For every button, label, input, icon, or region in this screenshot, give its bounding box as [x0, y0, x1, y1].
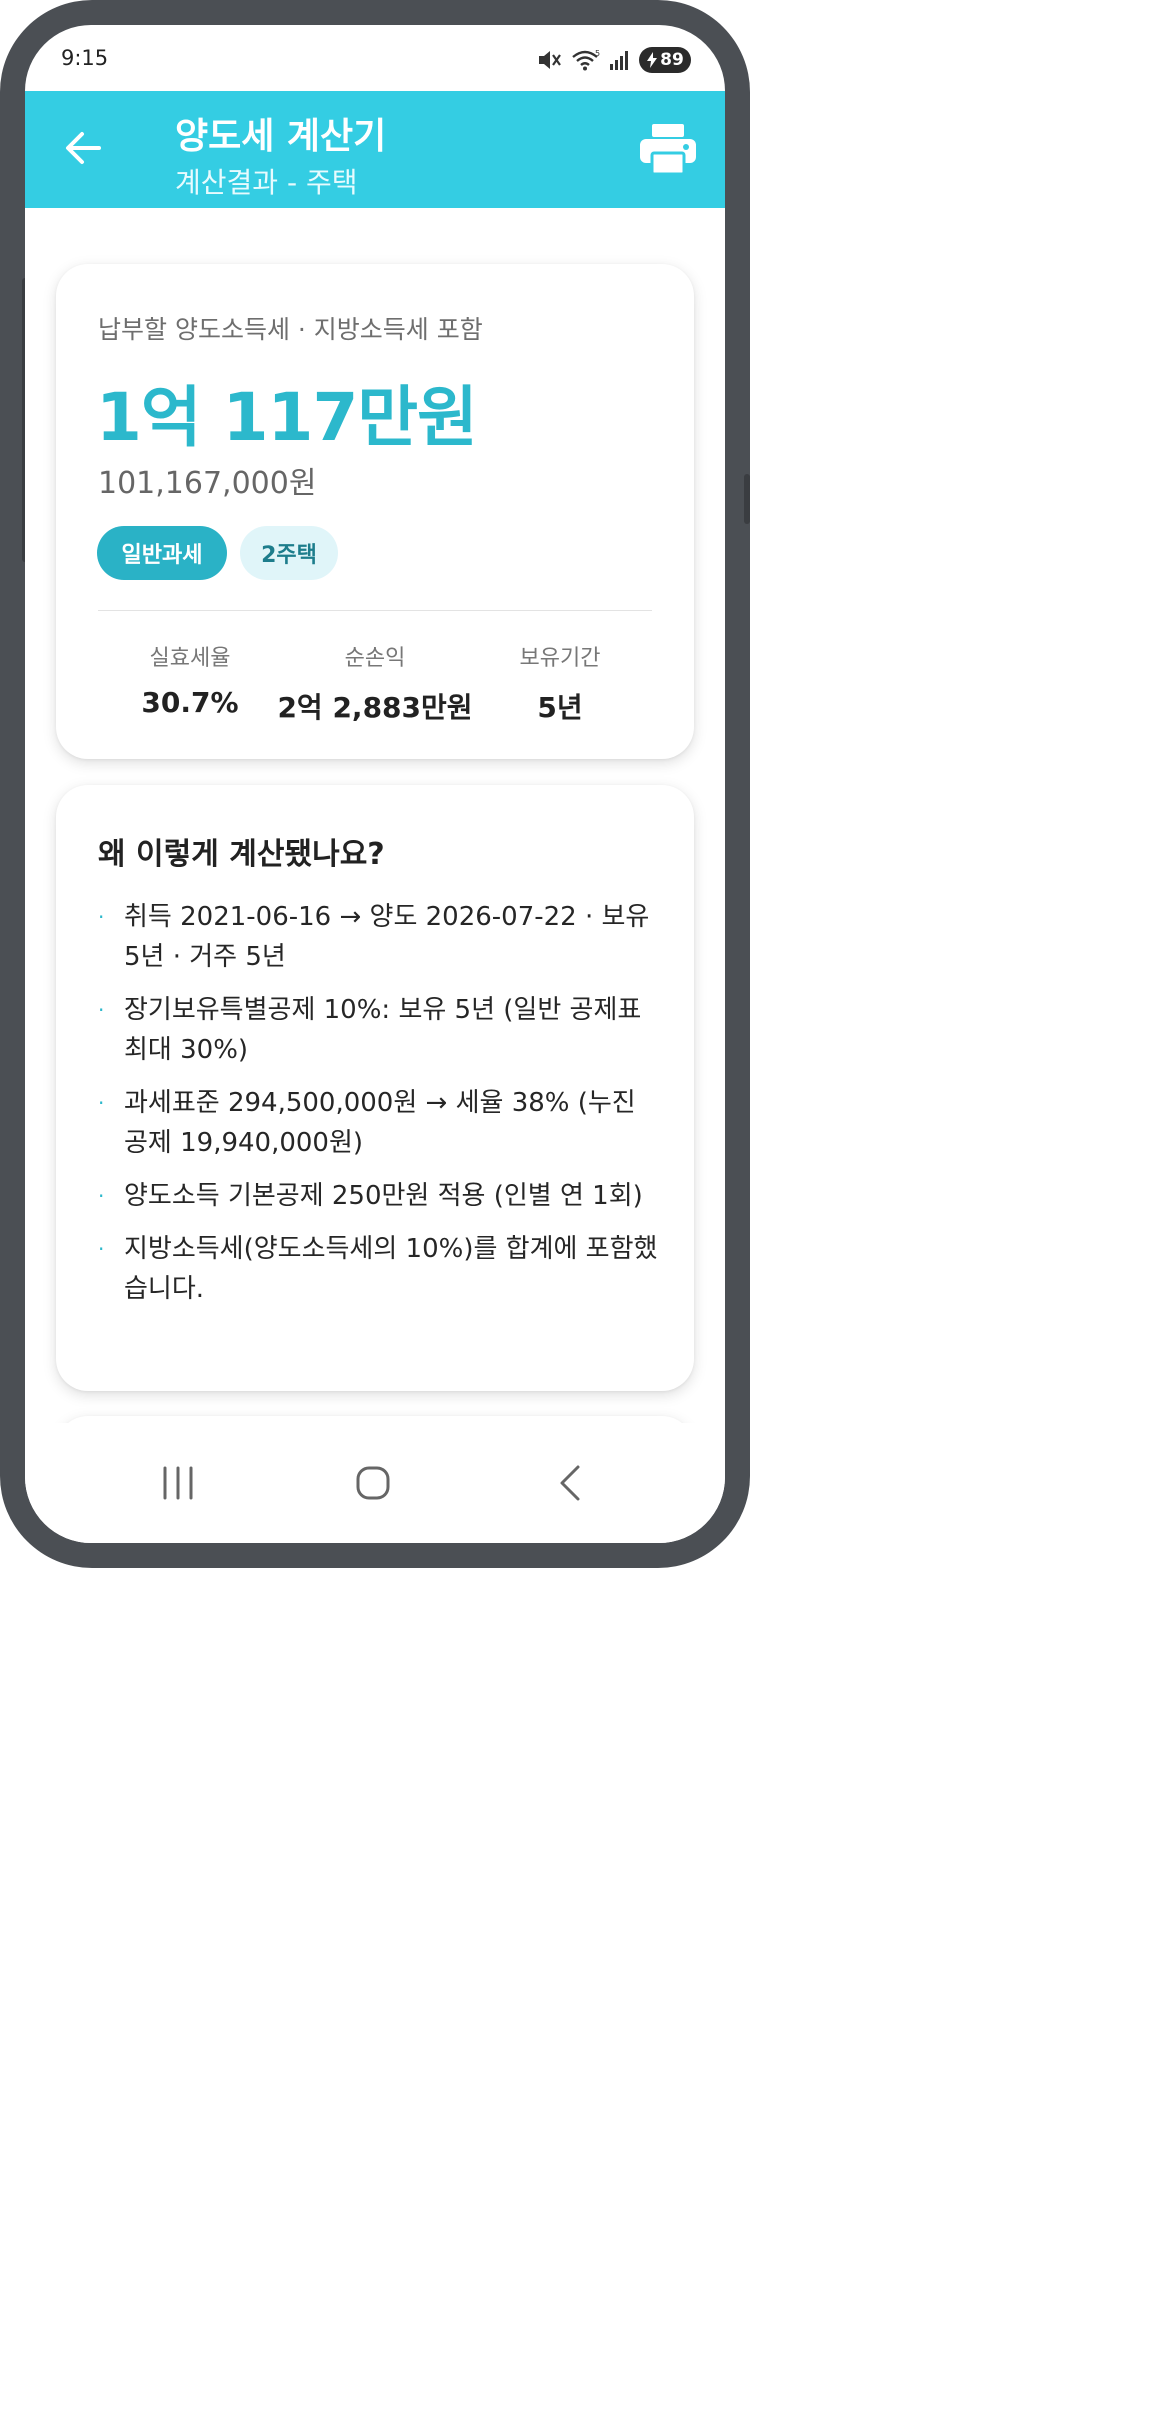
svg-text:5: 5: [595, 49, 600, 58]
list-item: · 장기보유특별공제 10%: 보유 5년 (일반 공제표 최대 30%): [98, 990, 658, 1070]
list-item: · 지방소득세(양도소득세의 10%)를 합계에 포함했습니다.: [98, 1229, 658, 1309]
list-item-text: 과세표준 294,500,000원 → 세율 38% (누진공제 19,940,…: [124, 1088, 636, 1158]
system-nav-bar: [25, 1423, 725, 1543]
explanation-title: 왜 이렇게 계산됐나요?: [98, 837, 385, 872]
next-card: [56, 1416, 694, 1423]
list-item-text: 취득 2021-06-16 → 양도 2026-07-22 · 보유 5년 · …: [124, 902, 650, 972]
list-item: · 취득 2021-06-16 → 양도 2026-07-22 · 보유 5년 …: [98, 897, 658, 977]
list-item: · 과세표준 294,500,000원 → 세율 38% (누진공제 19,94…: [98, 1083, 658, 1163]
chip-house-count: 2주택: [240, 526, 338, 580]
back-icon: [560, 1465, 580, 1501]
battery-indicator: 89: [639, 47, 691, 73]
stat-label: 실효세율: [149, 646, 231, 671]
home-button[interactable]: [338, 1453, 408, 1513]
list-item-text: 지방소득세(양도소득세의 10%)를 합계에 포함했습니다.: [124, 1234, 658, 1304]
bullet: ·: [98, 1091, 105, 1115]
list-item: · 양도소득 기본공제 250만원 적용 (인별 연 1회): [98, 1176, 658, 1216]
stat-label: 순손익: [344, 646, 406, 671]
recent-apps-icon: [163, 1466, 193, 1500]
wifi-icon: 5: [571, 49, 601, 71]
nav-back-button[interactable]: [535, 1453, 605, 1513]
bullet: ·: [98, 905, 105, 929]
arrow-left-icon: [66, 132, 101, 164]
chip-tax-type: 일반과세: [97, 526, 227, 580]
back-button[interactable]: [61, 125, 107, 171]
bullet: ·: [98, 1237, 105, 1261]
divider: [98, 610, 652, 611]
home-icon: [356, 1466, 390, 1500]
stat-holding-period: 보유기간 5년: [460, 640, 660, 726]
app-bar: 양도세 계산기 계산결과 - 주택: [25, 91, 725, 208]
tax-label: 납부할 양도소득세 · 지방소득세 포함: [98, 315, 483, 344]
status-time: 9:15: [61, 46, 109, 70]
stat-label: 보유기간: [519, 646, 601, 671]
stat-net-profit: 순손익 2억 2,883만원: [275, 640, 475, 726]
explanation-list: · 취득 2021-06-16 → 양도 2026-07-22 · 보유 5년 …: [98, 897, 658, 1322]
stat-value: 5년: [537, 691, 583, 724]
explanation-card: 왜 이렇게 계산됐나요? · 취득 2021-06-16 → 양도 2026-0…: [56, 785, 694, 1391]
status-icons: 5 89: [537, 47, 691, 73]
recent-apps-button[interactable]: [143, 1453, 213, 1513]
list-item-text: 양도소득 기본공제 250만원 적용 (인별 연 1회): [124, 1181, 643, 1211]
stat-value: 2억 2,883만원: [277, 691, 473, 724]
page-subtitle: 계산결과 - 주택: [175, 166, 358, 199]
bullet: ·: [98, 998, 105, 1022]
result-summary-card: 납부할 양도소득세 · 지방소득세 포함 1억 117만원 101,167,00…: [56, 264, 694, 759]
phone-screen: 9:15 5 89 양도세 계산기 계산결과 - 주택 납부할 양도소득세 · …: [25, 25, 725, 1543]
stat-effective-rate: 실효세율 30.7%: [90, 640, 290, 719]
list-item-text: 장기보유특별공제 10%: 보유 5년 (일반 공제표 최대 30%): [124, 995, 642, 1065]
stat-value: 30.7%: [141, 686, 239, 719]
bullet: ·: [98, 1184, 105, 1208]
tax-amount-full: 101,167,000원: [98, 466, 317, 501]
signal-icon: [609, 49, 631, 71]
volume-button: [744, 474, 750, 524]
content-scroll-area[interactable]: 납부할 양도소득세 · 지방소득세 포함 1억 117만원 101,167,00…: [25, 208, 725, 1423]
printer-icon: [640, 124, 696, 176]
tax-amount: 1억 117만원: [96, 379, 478, 456]
battery-level: 89: [660, 50, 684, 70]
mute-icon: [537, 49, 563, 71]
status-bar: 9:15 5 89: [25, 25, 725, 91]
print-button[interactable]: [639, 123, 697, 176]
page-title: 양도세 계산기: [175, 116, 387, 157]
charging-bolt-icon: [647, 52, 658, 68]
